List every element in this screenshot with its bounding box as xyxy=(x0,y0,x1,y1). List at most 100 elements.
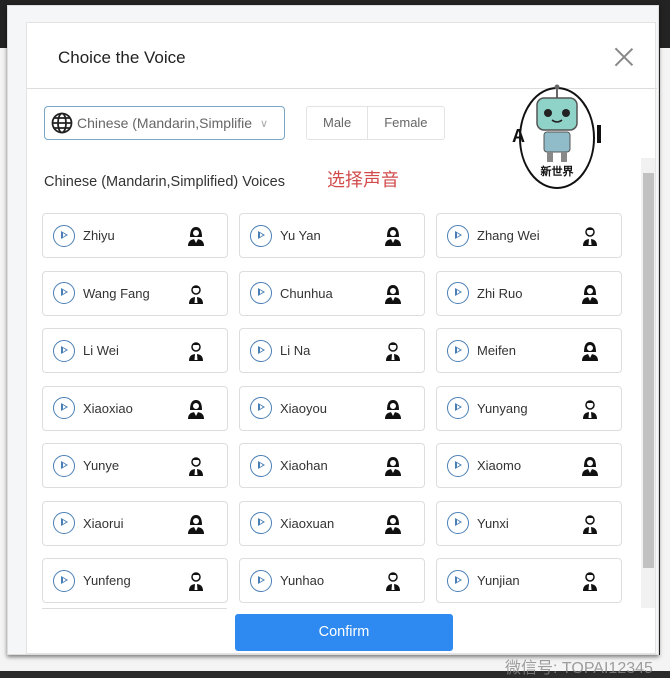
play-icon[interactable] xyxy=(53,339,75,362)
female-avatar-icon xyxy=(188,399,204,419)
play-icon[interactable] xyxy=(447,224,469,247)
female-avatar-icon xyxy=(188,514,204,534)
voice-name: Yunfeng xyxy=(83,573,131,588)
female-filter-button[interactable]: Female xyxy=(367,107,443,139)
female-avatar-icon xyxy=(385,227,401,246)
voice-card[interactable]: Yunjian xyxy=(436,558,622,603)
watermark: 微信号: TOPAI12345 xyxy=(505,660,653,677)
section-title: Chinese (Mandarin,Simplified) Voices xyxy=(44,174,285,190)
dialog-title: Choice the Voice xyxy=(58,48,186,67)
voice-name: Meifen xyxy=(477,343,517,358)
svg-text:新世界: 新世界 xyxy=(541,164,574,178)
play-icon[interactable] xyxy=(447,569,469,592)
close-icon[interactable] xyxy=(612,45,636,69)
background-page-right xyxy=(660,48,670,671)
voice-card[interactable]: Zhi Ruo xyxy=(436,270,622,316)
voice-name: Xiaomo xyxy=(477,458,522,473)
scrollbar-thumb[interactable] xyxy=(643,173,654,568)
play-icon[interactable] xyxy=(447,339,469,362)
male-avatar-icon xyxy=(583,514,597,534)
female-avatar-icon xyxy=(582,342,598,361)
robot-logo: A 新世界 xyxy=(512,84,601,189)
play-icon[interactable] xyxy=(53,282,75,304)
voice-name: Yunxi xyxy=(477,515,509,531)
male-avatar-icon xyxy=(583,399,597,419)
globe-icon xyxy=(51,112,73,134)
female-avatar-icon xyxy=(385,399,401,419)
male-avatar-icon xyxy=(386,342,400,361)
female-avatar-icon xyxy=(188,227,204,246)
language-select-value: Chinese (Mandarin,Simplified) xyxy=(77,115,252,131)
voice-card[interactable]: Xiaoyou xyxy=(239,385,425,431)
voice-name: Zhi Ruo xyxy=(477,285,523,301)
play-icon[interactable] xyxy=(53,397,75,419)
play-icon[interactable] xyxy=(53,224,75,247)
voice-name: Xiaoyou xyxy=(280,400,327,416)
male-avatar-icon xyxy=(189,342,203,361)
voice-name: Xiaoxiao xyxy=(83,400,133,416)
female-avatar-icon xyxy=(385,457,401,476)
list-end-divider xyxy=(42,608,227,609)
play-icon[interactable] xyxy=(447,282,469,304)
voice-name: Zhang Wei xyxy=(477,228,540,243)
voice-card[interactable]: Zhang Wei xyxy=(436,213,622,258)
voice-card[interactable]: Chunhua xyxy=(239,270,425,316)
male-avatar-icon xyxy=(189,457,203,476)
voice-card[interactable]: Yunyang xyxy=(436,385,622,431)
voice-card[interactable]: Xiaohan xyxy=(239,443,425,488)
female-avatar-icon xyxy=(582,457,598,476)
male-avatar-icon xyxy=(189,572,203,591)
voice-card[interactable]: Zhiyu xyxy=(42,213,228,258)
play-icon[interactable] xyxy=(250,397,272,419)
play-icon[interactable] xyxy=(250,282,272,304)
chevron-down-icon: ∨ xyxy=(260,117,269,130)
male-avatar-icon xyxy=(583,572,597,591)
voice-card[interactable]: Meifen xyxy=(436,328,622,373)
female-avatar-icon xyxy=(582,284,598,304)
confirm-button[interactable]: Confirm xyxy=(235,614,453,651)
voice-card[interactable]: Wang Fang xyxy=(42,270,228,316)
voice-card[interactable]: Yunxi xyxy=(436,500,622,546)
play-icon[interactable] xyxy=(250,454,272,477)
voice-name: Yu Yan xyxy=(280,228,321,243)
voice-card[interactable]: Yunfeng xyxy=(42,558,228,603)
voice-name: Li Na xyxy=(280,343,311,358)
dialog-frame: Choice the Voice Chinese (Mandarin,Simpl… xyxy=(7,5,659,677)
male-avatar-icon xyxy=(386,572,400,591)
voice-name: Yunyang xyxy=(477,400,528,416)
play-icon[interactable] xyxy=(250,569,272,592)
play-icon[interactable] xyxy=(53,569,75,592)
voice-name: Li Wei xyxy=(83,343,119,358)
play-icon[interactable] xyxy=(250,339,272,362)
female-avatar-icon xyxy=(385,284,401,304)
female-avatar-icon xyxy=(385,514,401,534)
annotation-text: 选择声音 xyxy=(327,170,399,190)
voice-name: Xiaohan xyxy=(280,458,328,473)
play-icon[interactable] xyxy=(447,397,469,419)
play-icon[interactable] xyxy=(53,454,75,477)
play-icon[interactable] xyxy=(250,224,272,247)
voice-card[interactable]: Yunye xyxy=(42,443,228,488)
play-icon[interactable] xyxy=(250,512,272,534)
svg-text:A: A xyxy=(512,126,525,146)
voice-name: Chunhua xyxy=(280,285,333,301)
voice-card[interactable]: Xiaorui xyxy=(42,500,228,546)
male-filter-button[interactable]: Male xyxy=(307,107,367,139)
voice-card[interactable]: Li Wei xyxy=(42,328,228,373)
voice-card[interactable]: Yunhao xyxy=(239,558,425,603)
voice-card[interactable]: Li Na xyxy=(239,328,425,373)
play-icon[interactable] xyxy=(447,454,469,477)
language-select[interactable]: Chinese (Mandarin,Simplified) ∨ xyxy=(44,106,285,140)
voice-card[interactable]: Xiaoxuan xyxy=(239,500,425,546)
scrollbar[interactable] xyxy=(641,158,655,608)
voice-card[interactable]: Yu Yan xyxy=(239,213,425,258)
voice-card[interactable]: Xiaoxiao xyxy=(42,385,228,431)
male-avatar-icon xyxy=(583,227,597,246)
voice-card[interactable]: Xiaomo xyxy=(436,443,622,488)
play-icon[interactable] xyxy=(447,512,469,534)
voice-name: Wang Fang xyxy=(83,285,150,301)
play-icon[interactable] xyxy=(53,512,75,534)
voice-name: Xiaoxuan xyxy=(280,515,335,531)
voice-name: Yunhao xyxy=(280,573,325,588)
voice-dialog: Choice the Voice Chinese (Mandarin,Simpl… xyxy=(26,22,657,677)
